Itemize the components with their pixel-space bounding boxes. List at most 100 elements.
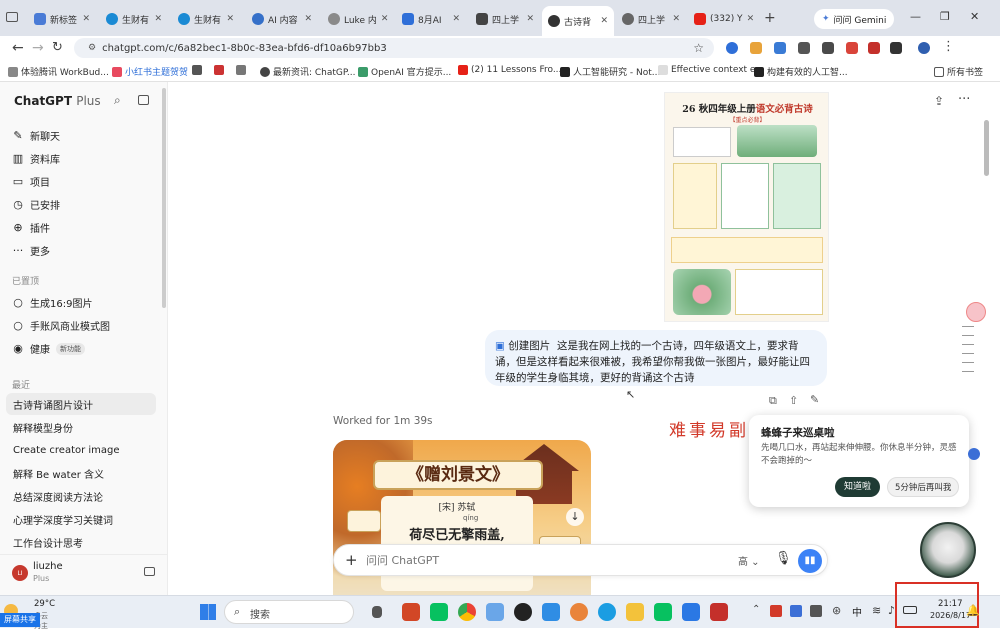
search-icon[interactable]: ⌕ [114,93,121,108]
bookmark-folder-icon[interactable] [192,65,202,75]
pinned-item[interactable]: ○ 生成16:9图片 [12,295,92,310]
close-tab-icon[interactable]: ✕ [526,14,534,24]
chatgpt-app-icon[interactable] [514,603,532,621]
extension-icon[interactable] [868,42,880,54]
close-tab-icon[interactable]: ✕ [381,14,389,24]
browser-tab[interactable]: 生财有 ✕ [100,6,168,32]
pinned-item[interactable]: ○ 手账风商业模式图 [12,318,110,333]
poster-attachment-image[interactable]: 26 秋四年级上册语文必背古诗 【重点必背】 [664,92,829,322]
voice-mode-icon[interactable]: ▮▮ [798,549,822,573]
close-tab-icon[interactable]: ✕ [600,16,608,26]
tray-app-icon[interactable] [790,605,802,617]
browser-tab[interactable]: 四上学 ✕ [616,6,686,32]
share-message-icon[interactable]: ⇧ [789,394,798,407]
tray-app-icon[interactable] [770,605,782,617]
close-tab-icon[interactable]: ✕ [304,14,312,24]
recent-chat-item[interactable]: Create creator image [6,439,156,461]
sidebar-item-scheduled[interactable]: ◷ 已安排 [12,197,60,212]
close-window-icon[interactable]: ✕ [970,10,979,23]
browser-tab[interactable]: Luke 内 ✕ [322,6,392,32]
bookmark-item[interactable]: OpenAI 官方提示... [358,65,451,78]
input-method-indicator[interactable]: 中 [852,604,862,619]
recent-chat-item[interactable]: 解释模型身份 [6,416,156,438]
acknowledge-button[interactable]: 知道啦 [835,477,881,497]
clock-time[interactable]: 21:17 [938,599,963,609]
tray-app-icon[interactable] [810,605,822,617]
search-app-icon[interactable] [570,603,588,621]
scroll-down-icon[interactable]: ↓ [566,508,584,526]
browser-tab[interactable]: 8月AI ✕ [396,6,466,32]
wifi-icon[interactable]: ≋ [872,604,881,617]
bookmark-folder-icon[interactable] [236,65,246,75]
extension-icon[interactable] [822,42,834,54]
browser-tab[interactable]: 四上学 ✕ [470,6,540,32]
volume-icon[interactable]: ♪ [888,604,895,617]
notification-bell-icon[interactable]: 🔔 [966,604,980,617]
extension-icon[interactable] [774,42,786,54]
microphone-icon[interactable]: 🎙 [775,551,792,566]
bookmark-item[interactable]: 体验腾讯 WorkBud... [8,65,109,78]
wechat-app-icon[interactable] [430,603,448,621]
taskbar-search[interactable]: ⌕ 搜索 [224,600,354,624]
restore-window-icon[interactable]: ❐ [940,10,950,23]
close-tab-icon[interactable]: ✕ [226,14,234,24]
sidebar-item-library[interactable]: ▥ 资料库 [12,151,60,166]
user-account[interactable]: LI liuzhe Plus [0,554,167,595]
extension-icon[interactable] [750,42,762,54]
image-app-icon[interactable] [486,603,504,621]
task-view-icon[interactable] [372,606,382,618]
close-tab-icon[interactable]: ✕ [82,14,90,24]
browser-tab[interactable]: (332) Y ✕ [688,6,760,32]
bookmark-item[interactable]: 构建有效的人工智... [754,65,848,78]
more-options-icon[interactable]: ··· [958,92,970,107]
share-icon[interactable]: ⇪ [934,94,944,108]
minimize-window-icon[interactable]: — [910,10,921,23]
model-mode-selector[interactable]: 高 ⌄ [738,553,760,568]
bookmark-item[interactable]: 小红书主题贺贺 [112,65,188,78]
copy-icon[interactable]: ⧉ [769,394,777,408]
page-scrollbar[interactable] [984,120,989,176]
file-explorer-icon[interactable] [626,603,644,621]
tray-app-icon[interactable]: ⊛ [832,604,841,617]
message-composer[interactable]: + 高 ⌄ 🎙 ▮▮ [333,544,828,576]
bookmark-item[interactable]: Effective context e... [658,65,764,75]
new-tab-plus-icon[interactable]: + [764,10,776,26]
floating-assistant-icon[interactable] [966,302,986,322]
browser-tab[interactable]: 新标签 ✕ [28,6,96,32]
edit-message-icon[interactable]: ✎ [810,393,819,406]
extension-icon[interactable] [726,42,738,54]
close-tab-icon[interactable]: ✕ [452,14,460,24]
recent-chat-item[interactable]: 总结深度阅读方法论 [6,485,156,507]
sidebar-scrollbar[interactable] [162,88,166,308]
extension-icon[interactable] [846,42,858,54]
sidebar-item-more[interactable]: ··· 更多 [12,243,50,258]
chat-input[interactable] [366,552,696,569]
wps-app-icon[interactable] [402,603,420,621]
recent-chat-item[interactable]: 工作台设计思考 [6,531,156,553]
clock-date[interactable]: 2026/8/17 [930,611,971,620]
extensions-puzzle-icon[interactable] [890,42,902,54]
close-tab-icon[interactable]: ✕ [154,14,162,24]
site-info-icon[interactable]: ⚙ [88,43,96,53]
browser-menu-icon[interactable]: ⋮ [942,39,955,54]
battery-icon[interactable] [903,606,917,614]
forward-arrow-icon[interactable]: → [32,40,44,56]
recent-chat-item[interactable]: 心理学深度学习关键词 [6,508,156,530]
browser-tab[interactable]: 生财有 ✕ [172,6,240,32]
bookmark-folder-icon[interactable] [214,65,224,75]
page-outline-icon[interactable] [962,326,974,372]
browser-tab-active[interactable]: 古诗背 ✕ [542,6,614,36]
close-tab-icon[interactable]: ✕ [672,14,680,24]
bookmark-item[interactable]: 人工智能研究 - Not... [560,65,660,78]
all-bookmarks[interactable]: 所有书签 [934,65,983,78]
floating-action-icon[interactable] [968,448,980,460]
gemini-button[interactable]: ✦ 问问 Gemini [814,9,895,29]
bookmark-star-icon[interactable]: ☆ [693,41,704,55]
url-field[interactable]: ⚙ chatgpt.com/c/6a82bec1-8b0c-83ea-bfd6-… [74,38,714,58]
recent-chat-item[interactable]: 解释 Be water 含义 [6,462,156,484]
tray-overflow-icon[interactable]: ⌃ [752,604,760,615]
chrome-app-icon[interactable] [458,603,476,621]
sidebar-toggle-icon[interactable] [138,95,149,105]
profile-avatar-icon[interactable] [918,42,930,54]
reload-icon[interactable]: ↻ [52,40,63,56]
